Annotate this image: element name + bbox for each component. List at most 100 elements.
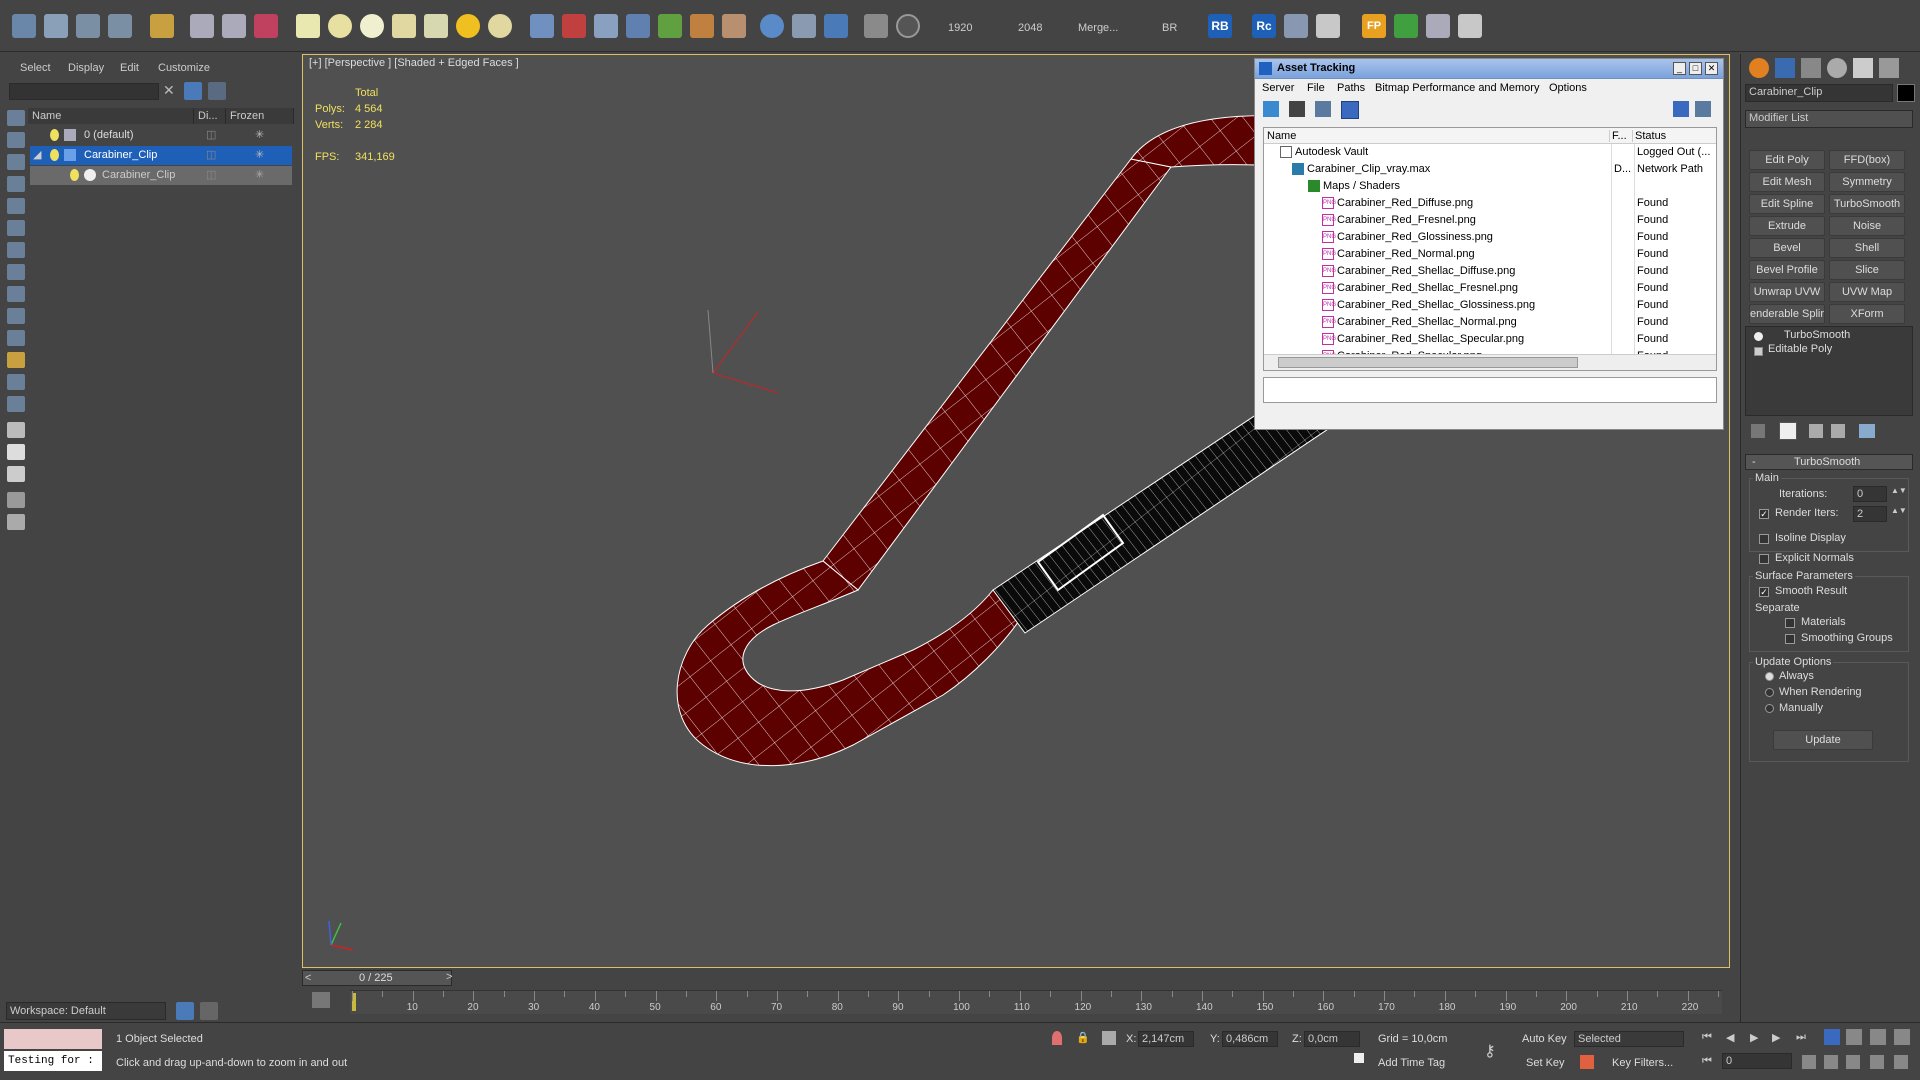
modifier-button[interactable]: Edit Spline — [1749, 194, 1825, 214]
display-icon[interactable]: ◫ — [206, 166, 216, 185]
particle-icon[interactable] — [254, 14, 278, 38]
pin-stack-icon[interactable] — [1751, 424, 1765, 438]
display-tab-icon[interactable] — [1853, 58, 1873, 78]
modifier-button[interactable]: Symmetry — [1829, 172, 1905, 192]
rollout-collapse[interactable]: - — [1752, 456, 1756, 468]
add-time-tag[interactable]: Add Time Tag — [1378, 1057, 1445, 1069]
render-sphere-icon[interactable] — [760, 14, 784, 38]
freeze-icon[interactable]: ✳ — [255, 166, 264, 185]
isolate-icon[interactable] — [1052, 1031, 1062, 1045]
scroll-thumb[interactable] — [1278, 357, 1578, 368]
object-name-field[interactable]: Carabiner_Clip — [1745, 84, 1893, 102]
set-key-icon[interactable] — [1580, 1055, 1594, 1069]
filter-icon[interactable] — [184, 82, 202, 100]
col-name[interactable]: Name — [1267, 130, 1296, 142]
auto-key-button[interactable]: Auto Key — [1522, 1033, 1567, 1045]
maximize-icon[interactable]: □ — [1689, 62, 1702, 75]
freeze-icon[interactable]: ✳ — [255, 146, 264, 165]
motion-tab-icon[interactable] — [1827, 58, 1847, 78]
light-icon[interactable] — [150, 14, 174, 38]
modifier-button[interactable]: Unwrap UVW — [1749, 282, 1825, 302]
clear-icon[interactable]: ✕ — [163, 82, 175, 99]
expand-icon[interactable] — [1754, 347, 1763, 356]
maximize-viewport-icon[interactable] — [1894, 1055, 1908, 1069]
lightbulb-icon[interactable] — [1754, 332, 1763, 341]
page-icon[interactable] — [7, 444, 25, 460]
scene-search-input[interactable] — [9, 83, 159, 100]
time-tag-icon[interactable] — [1354, 1053, 1364, 1063]
hierarchy-icon[interactable] — [7, 514, 25, 530]
menu-edit[interactable]: Edit — [120, 62, 139, 74]
asset-menu-file[interactable]: File — [1307, 82, 1325, 94]
utilities-tab-icon[interactable] — [1879, 58, 1899, 78]
sun-icon[interactable] — [456, 14, 480, 38]
iterations-arrows[interactable]: ▲▼ — [1891, 486, 1907, 495]
arc-rotate-icon[interactable] — [1870, 1055, 1884, 1069]
doc-icon[interactable] — [7, 422, 25, 438]
minimize-icon[interactable]: _ — [1673, 62, 1686, 75]
modifier-button[interactable]: XForm — [1829, 304, 1905, 324]
open-icon[interactable] — [12, 14, 36, 38]
maxscript-listener[interactable]: Testing for : — [4, 1051, 102, 1071]
next-frame-icon[interactable]: ▶ — [1772, 1031, 1780, 1044]
asset-menu-server[interactable]: Server — [1262, 82, 1294, 94]
current-frame-field[interactable]: 0 — [1722, 1053, 1792, 1069]
render-iters-spinner[interactable]: 2 — [1853, 506, 1887, 522]
display-all-icon[interactable] — [7, 132, 25, 148]
hierarchy-tab-icon[interactable] — [1801, 58, 1821, 78]
make-unique-icon[interactable] — [1809, 424, 1823, 438]
when-rendering-radio[interactable] — [1765, 688, 1774, 697]
frozen-filter-icon[interactable] — [7, 374, 25, 390]
funnel-icon[interactable] — [7, 492, 25, 508]
help-icon[interactable] — [1673, 101, 1689, 117]
go-end-icon[interactable]: ⏭ — [1796, 1031, 1806, 1044]
stack-item-turbosmooth[interactable]: TurboSmooth — [1784, 329, 1850, 341]
list-icon[interactable] — [1316, 14, 1340, 38]
helper-filter-icon[interactable] — [7, 242, 25, 258]
spacewarp-filter-icon[interactable] — [7, 264, 25, 280]
modifier-button[interactable]: TurboSmooth — [1829, 194, 1905, 214]
remove-modifier-icon[interactable] — [1831, 424, 1845, 438]
xref-filter-icon[interactable] — [7, 308, 25, 324]
modifier-button[interactable]: Slice — [1829, 260, 1905, 280]
curve-editor-icon[interactable] — [312, 992, 330, 1008]
lightbulb-icon[interactable] — [50, 149, 59, 161]
create-tab-icon[interactable] — [1749, 58, 1769, 78]
explicit-normals-checkbox[interactable] — [1759, 554, 1769, 564]
asset-row[interactable]: PNGCarabiner_Red_Diffuse.png Found — [1264, 195, 1716, 212]
modifier-list-dropdown[interactable]: Modifier List — [1745, 110, 1913, 128]
show-end-result-icon[interactable] — [1779, 422, 1797, 440]
iterations-spinner[interactable]: 0 — [1853, 486, 1887, 502]
y-coord-field[interactable]: 0,486cm — [1222, 1031, 1278, 1047]
asset-row[interactable]: PNGCarabiner_Red_Shellac_Glossiness.png F… — [1264, 297, 1716, 314]
prev-frame-icon[interactable]: ◀ — [1726, 1031, 1734, 1044]
col-status[interactable]: Status — [1632, 130, 1666, 142]
context-help-icon[interactable] — [1695, 101, 1711, 117]
transform-mode-icon[interactable] — [1102, 1031, 1116, 1045]
fur-icon[interactable] — [722, 14, 746, 38]
object-row-carabiner-child[interactable]: Carabiner_Clip ◫ ✳ — [30, 166, 292, 185]
configure-sets-icon[interactable] — [1859, 424, 1875, 438]
col-display[interactable]: Di... — [194, 108, 226, 124]
table-icon[interactable] — [1458, 14, 1482, 38]
shape-filter-icon[interactable] — [7, 176, 25, 192]
key-set-dropdown[interactable]: Selected — [1574, 1031, 1684, 1047]
object-row-carabiner[interactable]: ◢ Carabiner_Clip ◫ ✳ — [30, 146, 292, 165]
col-f[interactable]: F... — [1609, 130, 1627, 142]
tools-icon[interactable] — [1284, 14, 1308, 38]
dialog-titlebar[interactable]: Asset Tracking _ □ ✕ — [1255, 59, 1723, 79]
render-iters-arrows[interactable]: ▲▼ — [1891, 506, 1907, 515]
cylinder-icon[interactable] — [360, 14, 384, 38]
save-icon[interactable] — [44, 14, 68, 38]
asset-row[interactable]: PNGCarabiner_Red_Fresnel.png Found — [1264, 212, 1716, 229]
object-color-swatch[interactable] — [1897, 84, 1915, 102]
modifier-button[interactable]: Edit Poly — [1749, 150, 1825, 170]
lightbulb-icon[interactable] — [50, 129, 59, 141]
col-name[interactable]: Name — [28, 108, 194, 124]
list-view-icon[interactable] — [1289, 101, 1305, 117]
set-key-button[interactable]: Set Key — [1526, 1057, 1565, 1069]
camera-filter-icon[interactable] — [7, 220, 25, 236]
layer-row-default[interactable]: 0 (default) ◫ ✳ — [30, 126, 292, 145]
asset-menu-paths[interactable]: Paths — [1337, 82, 1365, 94]
render-width[interactable]: 1920 — [948, 22, 972, 34]
